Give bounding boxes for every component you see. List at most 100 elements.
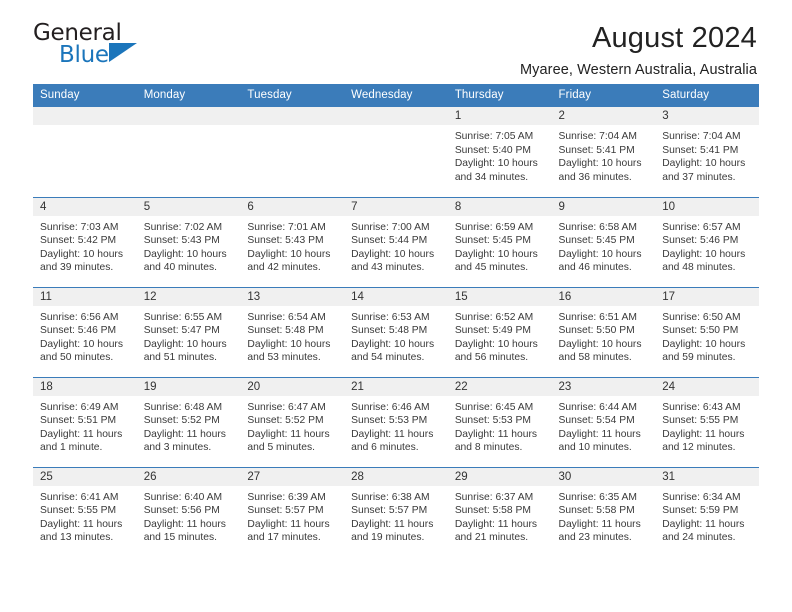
title-block: August 2024 Myaree, Western Australia, A…: [520, 22, 759, 78]
calendar-day-cell[interactable]: 3 Sunrise: 7:04 AM Sunset: 5:41 PM Daylight…: [655, 107, 759, 197]
calendar-day-cell[interactable]: 10 Sunrise: 6:57 AM Sunset: 5:46 PM Dayligh…: [655, 196, 759, 287]
calendar-day-cell[interactable]: 2 Sunrise: 7:04 AM Sunset: 5:41 PM Daylight…: [551, 107, 656, 197]
calendar-day-cell[interactable]: 28 Sunrise: 6:38 AM Sunset: 5:57 PM Dayligh…: [344, 466, 448, 557]
sunrise-time: Sunrise: 7:00 AM: [351, 221, 430, 233]
calendar-day-cell[interactable]: 31 Sunrise: 6:34 AM Sunset: 5:59 PM Dayligh…: [655, 466, 759, 557]
sunset-time: Sunset: 5:44 PM: [351, 235, 428, 247]
sunset-time: Sunset: 5:56 PM: [143, 505, 220, 517]
sunrise-time: Sunrise: 6:37 AM: [454, 491, 534, 503]
sunset-time: Sunset: 5:49 PM: [454, 325, 531, 337]
weekday-header-friday: Friday: [551, 84, 656, 107]
daylight-duration: Daylight: 11 hours and 13 minutes.: [40, 518, 123, 544]
calendar-day-cell[interactable]: 6 Sunrise: 7:01 AM Sunset: 5:43 PM Daylight…: [240, 196, 345, 287]
calendar-day-cell[interactable]: 5 Sunrise: 7:02 AM Sunset: 5:43 PM Daylight…: [136, 196, 241, 287]
sunrise-time: Sunrise: 6:57 AM: [662, 221, 741, 233]
calendar-day-cell[interactable]: 18 Sunrise: 6:49 AM Sunset: 5:51 PM Dayligh…: [33, 376, 137, 467]
daylight-duration: Daylight: 10 hours and 51 minutes.: [143, 338, 227, 364]
day-details: Sunrise: 7:05 AM Sunset: 5:40 PM Daylight:…: [448, 125, 552, 184]
sunrise-time: Sunrise: 6:43 AM: [662, 401, 741, 413]
day-number: 2: [551, 107, 656, 125]
calendar-day-cell[interactable]: 1 Sunrise: 7:05 AM Sunset: 5:40 PM Daylight…: [447, 107, 552, 197]
day-details: Sunrise: 6:51 AM Sunset: 5:50 PM Daylight:…: [552, 306, 656, 365]
sunrise-time: Sunrise: 6:40 AM: [143, 491, 223, 503]
calendar-day-cell[interactable]: 17 Sunrise: 6:50 AM Sunset: 5:50 PM Dayligh…: [655, 286, 759, 377]
sunrise-time: Sunrise: 6:41 AM: [40, 491, 119, 503]
daylight-duration: Daylight: 11 hours and 17 minutes.: [247, 518, 330, 544]
daylight-duration: Daylight: 11 hours and 23 minutes.: [558, 518, 641, 544]
sunset-time: Sunset: 5:50 PM: [558, 325, 635, 337]
sunrise-time: Sunrise: 6:48 AM: [143, 401, 223, 413]
daylight-duration: Daylight: 11 hours and 12 minutes.: [662, 428, 745, 454]
calendar-day-cell[interactable]: 11 Sunrise: 6:56 AM Sunset: 5:46 PM Dayligh…: [33, 286, 137, 377]
day-number: 7: [344, 197, 448, 216]
calendar-day-cell[interactable]: 24 Sunrise: 6:43 AM Sunset: 5:55 PM Dayligh…: [655, 376, 759, 467]
daylight-duration: Daylight: 10 hours and 42 minutes.: [247, 248, 331, 274]
calendar-day-cell[interactable]: 23 Sunrise: 6:44 AM Sunset: 5:54 PM Dayligh…: [551, 376, 656, 467]
day-details: Sunrise: 6:52 AM Sunset: 5:49 PM Daylight:…: [448, 306, 552, 365]
calendar-day-cell[interactable]: 13 Sunrise: 6:54 AM Sunset: 5:48 PM Dayligh…: [240, 286, 345, 377]
calendar-day-cell-empty[interactable]: [33, 107, 137, 197]
calendar-day-cell[interactable]: 7 Sunrise: 7:00 AM Sunset: 5:44 PM Daylight…: [344, 196, 448, 287]
sunrise-time: Sunrise: 6:59 AM: [454, 221, 534, 233]
daylight-duration: Daylight: 10 hours and 59 minutes.: [662, 338, 746, 364]
day-number: 4: [33, 197, 137, 216]
weekday-header-tuesday: Tuesday: [240, 84, 345, 107]
sunset-time: Sunset: 5:47 PM: [143, 325, 220, 337]
day-details: Sunrise: 7:03 AM Sunset: 5:42 PM Daylight:…: [33, 216, 137, 275]
calendar-day-cell[interactable]: 27 Sunrise: 6:39 AM Sunset: 5:57 PM Dayligh…: [240, 466, 345, 557]
daylight-duration: Daylight: 10 hours and 34 minutes.: [454, 158, 538, 183]
calendar-day-cell[interactable]: 8 Sunrise: 6:59 AM Sunset: 5:45 PM Daylight…: [447, 196, 552, 287]
day-number: 29: [447, 467, 552, 486]
weekday-header-sunday: Sunday: [33, 84, 137, 107]
calendar-day-cell[interactable]: 15 Sunrise: 6:52 AM Sunset: 5:49 PM Dayligh…: [447, 286, 552, 377]
sunset-time: Sunset: 5:53 PM: [454, 415, 531, 427]
day-number: 11: [33, 287, 137, 306]
calendar-day-cell[interactable]: 30 Sunrise: 6:35 AM Sunset: 5:58 PM Dayligh…: [551, 466, 656, 557]
sunrise-time: Sunrise: 6:35 AM: [558, 491, 637, 503]
daylight-duration: Daylight: 10 hours and 43 minutes.: [351, 248, 435, 274]
logo-text-blue: Blue: [59, 42, 109, 68]
calendar-day-cell[interactable]: 26 Sunrise: 6:40 AM Sunset: 5:56 PM Dayligh…: [136, 466, 241, 557]
calendar-day-cell[interactable]: 16 Sunrise: 6:51 AM Sunset: 5:50 PM Dayligh…: [551, 286, 656, 377]
daylight-duration: Daylight: 11 hours and 15 minutes.: [143, 518, 226, 544]
day-number: 10: [655, 197, 759, 216]
calendar-day-cell[interactable]: 21 Sunrise: 6:46 AM Sunset: 5:53 PM Dayligh…: [344, 376, 448, 467]
sunset-time: Sunset: 5:57 PM: [247, 505, 324, 517]
sunrise-time: Sunrise: 7:05 AM: [454, 131, 534, 142]
day-number: 6: [240, 197, 345, 216]
calendar-day-cell[interactable]: 12 Sunrise: 6:55 AM Sunset: 5:47 PM Dayligh…: [136, 286, 241, 377]
day-details: Sunrise: 6:58 AM Sunset: 5:45 PM Daylight:…: [552, 216, 656, 275]
day-details: Sunrise: 7:01 AM Sunset: 5:43 PM Daylight:…: [240, 216, 344, 275]
daylight-duration: Daylight: 10 hours and 53 minutes.: [247, 338, 331, 364]
calendar-day-cell-empty[interactable]: [136, 107, 241, 197]
day-details: Sunrise: 6:50 AM Sunset: 5:50 PM Daylight:…: [655, 306, 759, 365]
daylight-duration: Daylight: 10 hours and 39 minutes.: [40, 248, 123, 274]
daylight-duration: Daylight: 11 hours and 24 minutes.: [662, 518, 745, 544]
day-details: Sunrise: 6:35 AM Sunset: 5:58 PM Daylight:…: [552, 486, 656, 545]
calendar-day-cell[interactable]: 20 Sunrise: 6:47 AM Sunset: 5:52 PM Dayligh…: [240, 376, 345, 467]
day-number: 14: [344, 287, 448, 306]
general-blue-logo[interactable]: General Blue: [33, 22, 153, 74]
calendar-week-row: 18 Sunrise: 6:49 AM Sunset: 5:51 PM Dayligh…: [33, 376, 759, 467]
sunset-time: Sunset: 5:41 PM: [662, 144, 739, 156]
calendar-day-cell[interactable]: 22 Sunrise: 6:45 AM Sunset: 5:53 PM Dayligh…: [447, 376, 552, 467]
calendar-day-cell[interactable]: 25 Sunrise: 6:41 AM Sunset: 5:55 PM Dayligh…: [33, 466, 137, 557]
day-details: Sunrise: 6:41 AM Sunset: 5:55 PM Daylight:…: [33, 486, 137, 545]
weekday-header-saturday: Saturday: [655, 84, 759, 107]
calendar-day-cell[interactable]: 4 Sunrise: 7:03 AM Sunset: 5:42 PM Daylight…: [33, 196, 137, 287]
sunrise-time: Sunrise: 6:47 AM: [247, 401, 326, 413]
daylight-duration: Daylight: 10 hours and 50 minutes.: [40, 338, 123, 364]
daylight-duration: Daylight: 11 hours and 1 minute.: [40, 428, 123, 454]
sunset-time: Sunset: 5:48 PM: [247, 325, 324, 337]
calendar-day-cell-empty[interactable]: [240, 107, 345, 197]
calendar-day-cell[interactable]: 29 Sunrise: 6:37 AM Sunset: 5:58 PM Dayligh…: [447, 466, 552, 557]
calendar-day-cell-empty[interactable]: [344, 107, 448, 197]
day-number: 24: [655, 377, 759, 396]
sunrise-time: Sunrise: 7:04 AM: [558, 131, 637, 142]
sunset-time: Sunset: 5:57 PM: [351, 505, 428, 517]
calendar-day-cell[interactable]: 14 Sunrise: 6:53 AM Sunset: 5:48 PM Dayligh…: [344, 286, 448, 377]
calendar-day-cell[interactable]: 9 Sunrise: 6:58 AM Sunset: 5:45 PM Daylight…: [551, 196, 656, 287]
calendar-day-cell[interactable]: 19 Sunrise: 6:48 AM Sunset: 5:52 PM Dayligh…: [136, 376, 241, 467]
blue-triangle-icon: [109, 43, 137, 62]
day-details: Sunrise: 6:49 AM Sunset: 5:51 PM Daylight:…: [33, 396, 137, 455]
